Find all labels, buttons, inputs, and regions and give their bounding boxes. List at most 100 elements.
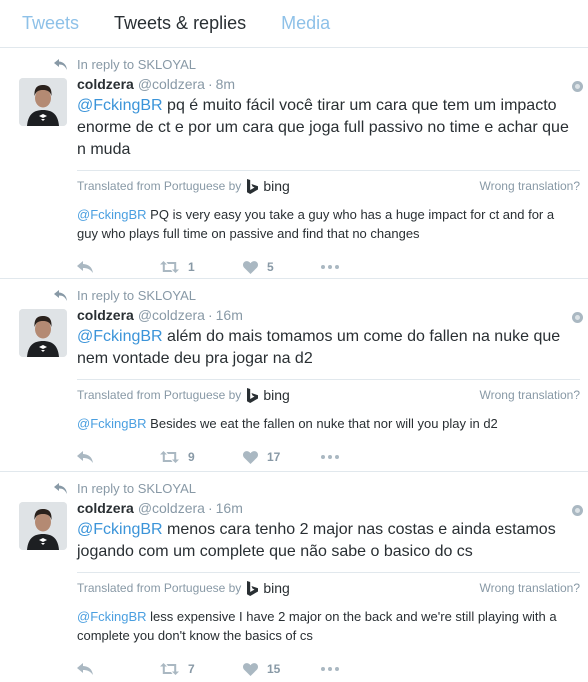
retweet-button[interactable]: 7 <box>160 662 243 676</box>
retweet-count: 9 <box>188 450 195 464</box>
bing-logo[interactable]: bing <box>247 178 290 194</box>
tweet-actions: 9 17 <box>77 450 580 464</box>
more-dot-icon <box>321 265 325 269</box>
bing-icon <box>247 580 259 596</box>
reply-context-icon <box>54 483 67 494</box>
timestamp[interactable]: 8m <box>216 75 235 93</box>
wrong-translation-link[interactable]: Wrong translation? <box>480 388 581 402</box>
tweet-header: coldzera @coldzera · 16m <box>77 499 243 517</box>
translated-text: @FckingBR PQ is very easy you take a guy… <box>77 205 580 243</box>
wrong-translation-link[interactable]: Wrong translation? <box>480 581 581 595</box>
tab-media[interactable]: Media <box>281 13 330 34</box>
mention-link[interactable]: @FckingBR <box>77 97 163 114</box>
more-dot-icon <box>335 455 339 459</box>
tweet-actions: 1 5 <box>77 260 580 274</box>
more-dot-icon <box>328 667 332 671</box>
tweet-text: @FckingBR menos cara tenho 2 major nas c… <box>77 519 580 563</box>
tweet[interactable]: In reply to SKLOYAL coldzera @coldzera ·… <box>0 472 588 682</box>
more-dot-icon <box>335 667 339 671</box>
more-options-button[interactable] <box>321 265 339 269</box>
mention-link[interactable]: @FckingBR <box>77 416 147 431</box>
translated-from-label: Translated from Portuguese by <box>77 179 242 193</box>
tab-tweets[interactable]: Tweets <box>22 13 79 34</box>
mention-link[interactable]: @FckingBR <box>77 609 147 624</box>
timestamp[interactable]: 16m <box>216 306 243 324</box>
avatar[interactable] <box>19 502 67 550</box>
translated-text: @FckingBR less expensive I have 2 major … <box>77 607 580 645</box>
reply-context-label[interactable]: In reply to SKLOYAL <box>77 481 196 496</box>
timestamp[interactable]: 16m <box>216 499 243 517</box>
like-button[interactable]: 5 <box>243 260 321 274</box>
reply-context: In reply to SKLOYAL <box>54 288 196 303</box>
like-count: 5 <box>267 260 274 274</box>
avatar-image <box>19 78 67 126</box>
more-dot-icon <box>321 455 325 459</box>
retweet-count: 7 <box>188 662 195 676</box>
bing-icon <box>247 178 259 194</box>
translated-from-label: Translated from Portuguese by <box>77 388 242 402</box>
tweet[interactable]: In reply to SKLOYAL coldzera @coldzera ·… <box>0 279 588 472</box>
mention-link[interactable]: @FckingBR <box>77 207 147 222</box>
author-handle[interactable]: @coldzera <box>138 75 205 93</box>
reply-icon <box>77 451 93 463</box>
mention-link[interactable]: @FckingBR <box>77 521 163 538</box>
bing-label: bing <box>263 387 290 403</box>
more-dot-icon <box>328 265 332 269</box>
tweet-text: @FckingBR pq é muito fácil você tirar um… <box>77 95 580 161</box>
retweet-count: 1 <box>188 260 195 274</box>
reply-context-label[interactable]: In reply to SKLOYAL <box>77 57 196 72</box>
author-name[interactable]: coldzera <box>77 499 134 517</box>
reply-button[interactable] <box>77 451 160 463</box>
reply-button[interactable] <box>77 663 160 675</box>
reply-context-icon <box>54 59 67 70</box>
tweet-text: @FckingBR além do mais tomamos um come d… <box>77 326 580 370</box>
tweet[interactable]: In reply to SKLOYAL coldzera @coldzera ·… <box>0 48 588 279</box>
like-button[interactable]: 17 <box>243 450 321 464</box>
mention-link[interactable]: @FckingBR <box>77 328 163 345</box>
more-dot-icon <box>335 265 339 269</box>
reply-icon <box>77 663 93 675</box>
author-handle[interactable]: @coldzera <box>138 499 205 517</box>
bing-logo[interactable]: bing <box>247 580 290 596</box>
translation-bar: Translated from Portuguese by bing Wrong… <box>77 170 580 194</box>
heart-icon <box>243 260 258 274</box>
avatar[interactable] <box>19 78 67 126</box>
author-name[interactable]: coldzera <box>77 306 134 324</box>
like-count: 15 <box>267 662 281 676</box>
more-options-button[interactable] <box>321 667 339 671</box>
reply-context: In reply to SKLOYAL <box>54 481 196 496</box>
more-dot-icon <box>321 667 325 671</box>
translation-bar: Translated from Portuguese by bing Wrong… <box>77 572 580 596</box>
avatar-image <box>19 309 67 357</box>
translated-from-label: Translated from Portuguese by <box>77 581 242 595</box>
like-button[interactable]: 15 <box>243 662 321 676</box>
translation-body: less expensive I have 2 major on the bac… <box>77 609 557 643</box>
translation-bar: Translated from Portuguese by bing Wrong… <box>77 379 580 403</box>
bing-logo[interactable]: bing <box>247 387 290 403</box>
more-options-button[interactable] <box>321 455 339 459</box>
tweet-actions: 7 15 <box>77 662 580 676</box>
translation-body: PQ is very easy you take a guy who has a… <box>77 207 555 241</box>
retweet-icon <box>160 663 179 675</box>
bing-icon <box>247 387 259 403</box>
reply-context-label[interactable]: In reply to SKLOYAL <box>77 288 196 303</box>
retweet-icon <box>160 451 179 463</box>
retweet-button[interactable]: 1 <box>160 260 243 274</box>
tweet-header: coldzera @coldzera · 16m <box>77 306 243 324</box>
wrong-translation-link[interactable]: Wrong translation? <box>480 179 581 193</box>
tab-tweets-and-replies[interactable]: Tweets & replies <box>114 13 246 34</box>
tweet-header: coldzera @coldzera · 8m <box>77 75 236 93</box>
author-name[interactable]: coldzera <box>77 75 134 93</box>
author-handle[interactable]: @coldzera <box>138 306 205 324</box>
reply-context-icon <box>54 290 67 301</box>
bing-label: bing <box>263 178 290 194</box>
more-dot-icon <box>328 455 332 459</box>
like-count: 17 <box>267 450 281 464</box>
avatar[interactable] <box>19 309 67 357</box>
reply-icon <box>77 261 93 273</box>
reply-button[interactable] <box>77 261 160 273</box>
retweet-button[interactable]: 9 <box>160 450 243 464</box>
avatar-image <box>19 502 67 550</box>
bing-label: bing <box>263 580 290 596</box>
heart-icon <box>243 662 258 676</box>
